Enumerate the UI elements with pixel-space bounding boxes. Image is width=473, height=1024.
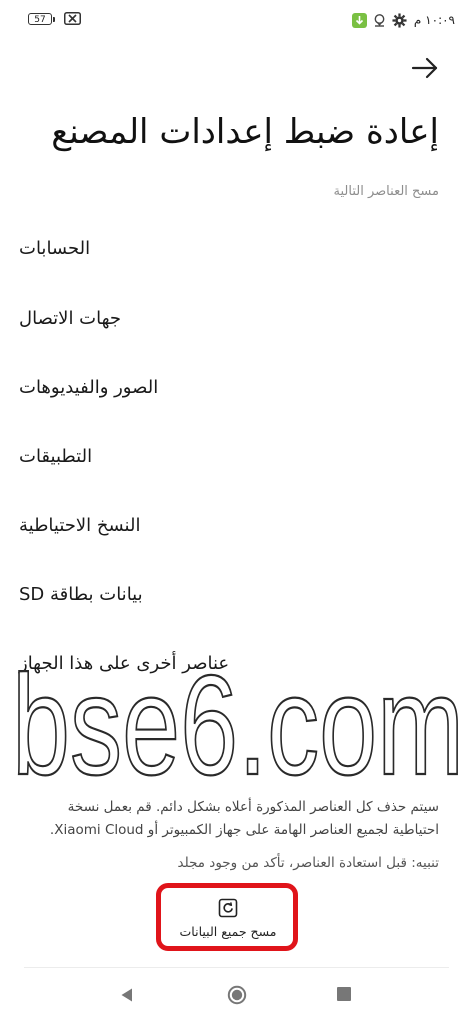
no-sim-icon xyxy=(64,12,81,25)
nav-bar xyxy=(0,972,473,1018)
wipe-data-icon xyxy=(218,898,238,917)
nav-back-icon[interactable] xyxy=(119,987,135,1003)
arrow-right-icon[interactable] xyxy=(411,56,439,80)
status-bar: 57 ١٠:٠٩ م xyxy=(0,0,473,40)
wipe-button-label: مسح جميع البيانات xyxy=(179,923,277,939)
nav-recents-icon[interactable] xyxy=(337,987,351,1001)
wipe-all-data-button[interactable]: مسح جميع البيانات xyxy=(172,890,284,946)
list-item-backups: النسخ الاحتياطية xyxy=(19,515,141,536)
list-item-other: عناصر أخرى على هذا الجهاز xyxy=(19,653,230,674)
section-label: مسح العناصر التالية xyxy=(333,184,439,199)
location-icon xyxy=(374,13,385,27)
list-item-sd-card: بيانات بطاقة SD xyxy=(19,584,143,605)
page-title: إعادة ضبط إعدادات المصنع xyxy=(51,112,439,152)
divider xyxy=(24,967,449,968)
list-item-photos-videos: الصور والفيديوهات xyxy=(19,377,159,398)
status-right-group: ١٠:٠٩ م xyxy=(351,10,455,30)
download-icon xyxy=(351,12,367,28)
gear-icon xyxy=(392,12,407,28)
list-item-accounts: الحسابات xyxy=(19,237,91,259)
warning-text: سيتم حذف كل العناصر المذكورة أعلاه بشكل … xyxy=(49,799,439,838)
battery-indicator: 57 xyxy=(28,13,55,25)
list-item-apps: التطبيقات xyxy=(19,446,93,467)
list-item-contacts: جهات الاتصال xyxy=(19,308,122,329)
status-clock: ١٠:٠٩ م xyxy=(413,13,455,27)
nav-home-icon[interactable] xyxy=(227,985,247,1005)
note-text: تنبيه: قبل استعادة العناصر، تأكد من وجود… xyxy=(177,855,439,871)
items-list: الحسابات جهات الاتصال الصور والفيديوهات … xyxy=(19,212,439,698)
